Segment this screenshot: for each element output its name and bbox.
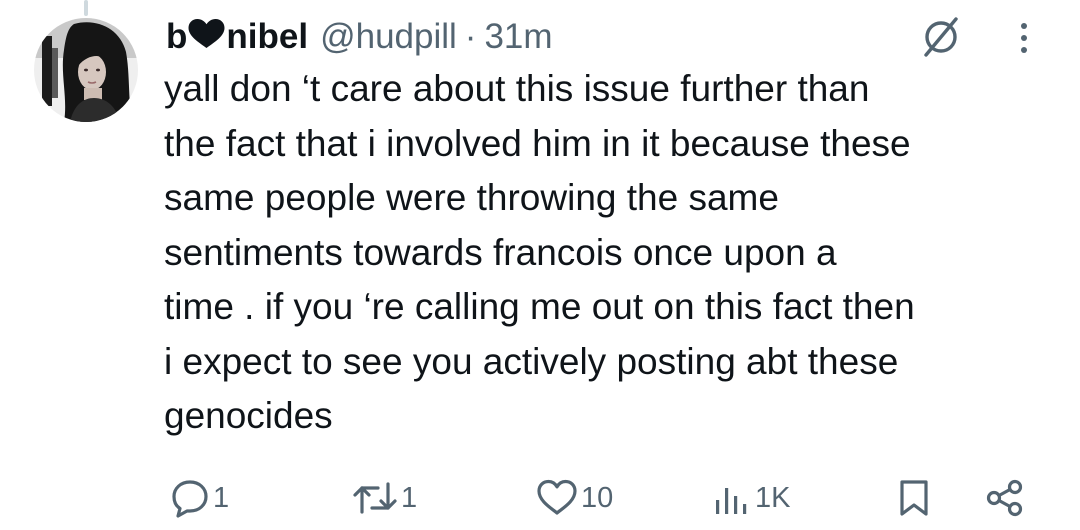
avatar[interactable]: [34, 18, 138, 122]
display-name[interactable]: b nibel: [166, 17, 308, 57]
thread-connector-line: [84, 0, 88, 16]
tweet-header: b nibel @hudpill · 31m: [166, 14, 553, 60]
reply-icon: [170, 478, 210, 518]
heart-icon: [188, 18, 225, 58]
user-handle[interactable]: @hudpill: [320, 17, 457, 57]
share-button[interactable]: [984, 470, 1026, 526]
timestamp[interactable]: 31m: [484, 17, 552, 57]
views-button[interactable]: 1K: [712, 470, 790, 526]
repost-icon: [352, 478, 398, 518]
views-count: 1K: [755, 481, 791, 514]
reply-button[interactable]: 1: [170, 470, 229, 526]
more-vertical-icon[interactable]: [1010, 18, 1038, 58]
grok-icon[interactable]: [918, 14, 964, 60]
like-count: 10: [581, 481, 614, 514]
share-icon: [984, 478, 1026, 518]
action-bar: 1 1 10 1K: [0, 470, 1080, 526]
bookmark-button[interactable]: [894, 470, 934, 526]
bookmark-icon: [894, 478, 934, 518]
reply-count: 1: [213, 481, 230, 514]
display-name-suffix: nibel: [226, 17, 309, 56]
like-icon: [536, 478, 578, 518]
header-separator: ·: [464, 17, 477, 56]
tweet-text: yall don ‘t care about this issue furthe…: [164, 68, 915, 436]
display-name-prefix: b: [166, 17, 188, 56]
repost-count: 1: [401, 481, 418, 514]
like-button[interactable]: 10: [536, 470, 613, 526]
views-icon: [712, 478, 752, 518]
repost-button[interactable]: 1: [352, 470, 417, 526]
